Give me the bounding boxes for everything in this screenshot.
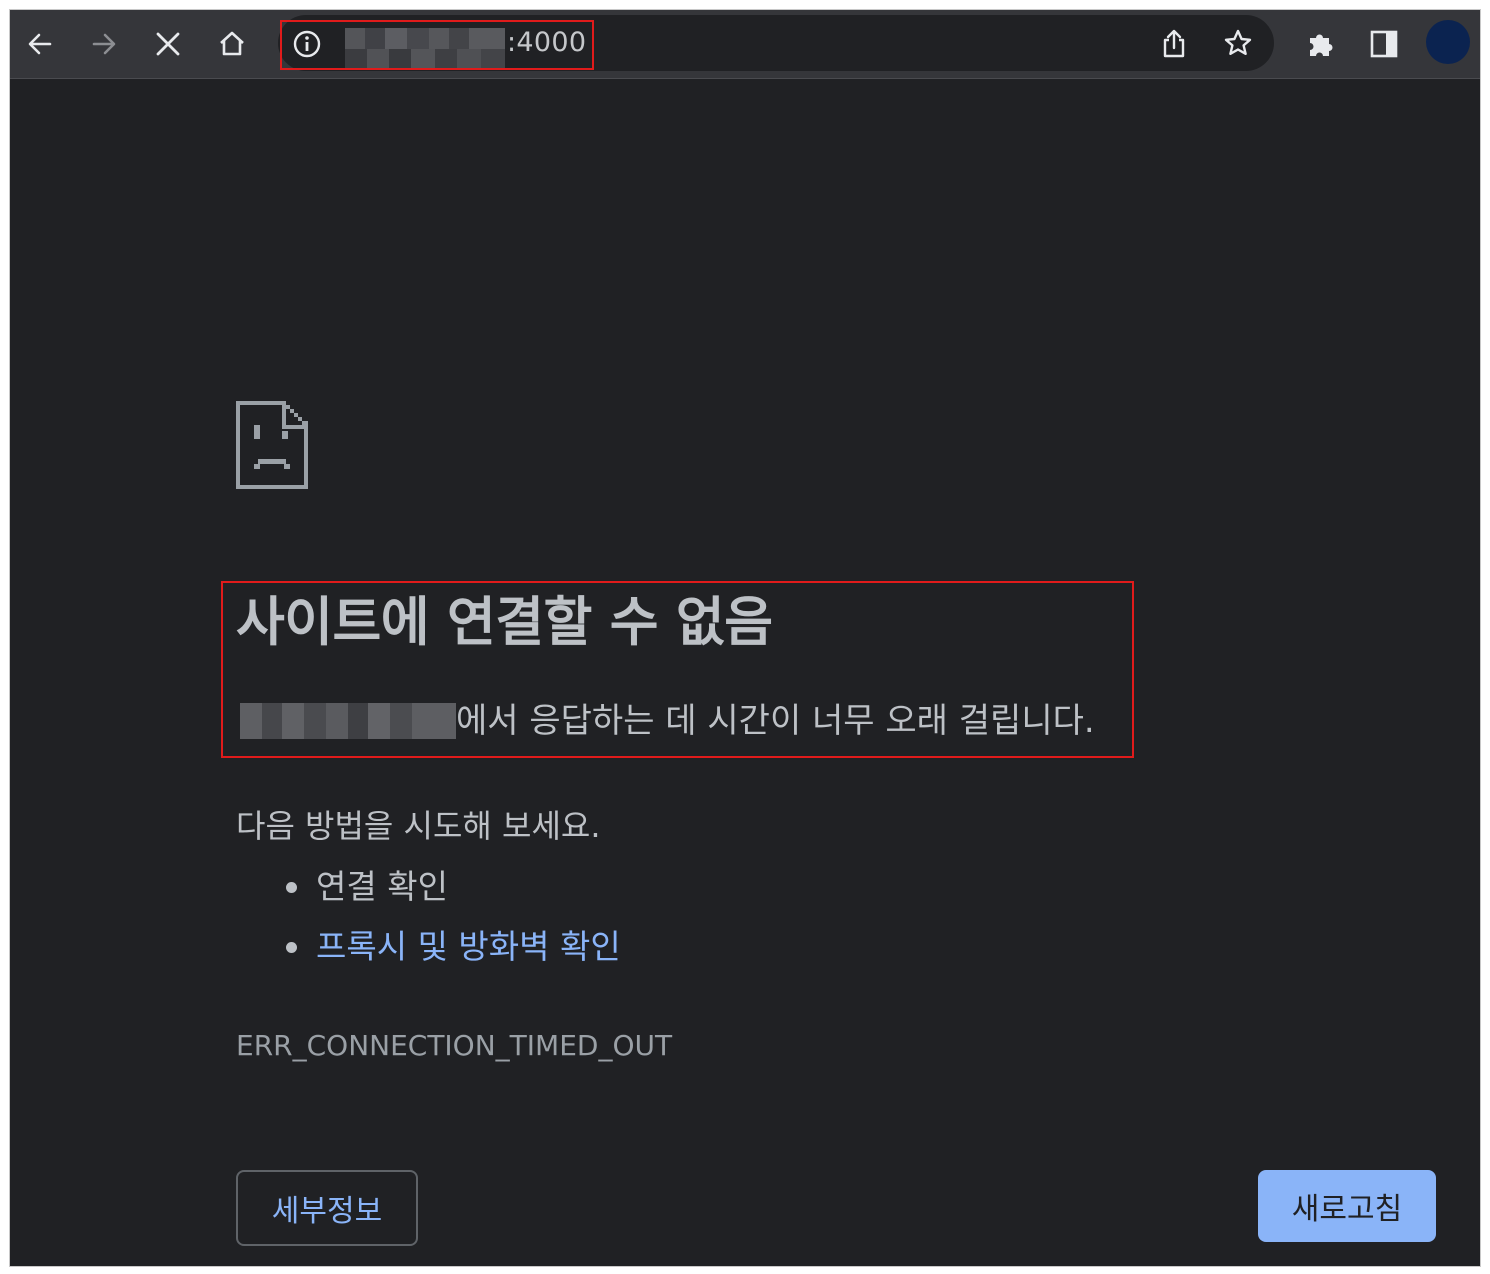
error-code: ERR_CONNECTION_TIMED_OUT — [236, 1029, 673, 1062]
details-button[interactable]: 세부정보 — [236, 1170, 418, 1246]
arrow-right-icon — [92, 33, 116, 55]
close-icon — [156, 32, 180, 56]
error-page: 사이트에 연결할 수 없음 에서 응답하는 데 시간이 너무 오래 걸립니다. … — [10, 79, 1480, 1266]
side-panel-icon — [1370, 30, 1398, 58]
bookmark-button[interactable] — [1216, 21, 1260, 65]
sad-page-icon — [236, 401, 308, 489]
star-icon — [1224, 29, 1252, 55]
profile-avatar[interactable] — [1426, 20, 1470, 64]
error-subtitle-text: 에서 응답하는 데 시간이 너무 오래 걸립니다. — [456, 701, 1095, 741]
suggestion-link[interactable]: 프록시 및 방화벽 확인 — [316, 927, 621, 966]
try-heading: 다음 방법을 시도해 보세요. — [236, 807, 601, 845]
suggestion-label: 연결 확인 — [316, 867, 448, 906]
suggestion-check-connection: 연결 확인 — [280, 865, 621, 925]
url-highlight-box — [280, 20, 594, 70]
browser-window: :4000 사이트에 연결할 수 없음 에서 응답하는 데 시간이 너무 오래 … — [10, 10, 1480, 1266]
extensions-button[interactable] — [1298, 22, 1342, 66]
error-title: 사이트에 연결할 수 없음 — [236, 592, 773, 653]
home-button[interactable] — [210, 22, 254, 66]
forward-button[interactable] — [82, 22, 126, 66]
suggestion-list: 연결 확인 프록시 및 방화벽 확인 — [280, 865, 621, 985]
side-panel-button[interactable] — [1362, 22, 1406, 66]
stop-button[interactable] — [146, 22, 190, 66]
suggestion-check-proxy-firewall[interactable]: 프록시 및 방화벽 확인 — [280, 925, 621, 985]
home-icon — [220, 31, 244, 56]
bullet-icon — [286, 882, 297, 893]
share-button[interactable] — [1152, 21, 1196, 65]
back-button[interactable] — [18, 22, 62, 66]
arrow-left-icon — [28, 33, 52, 55]
reload-button[interactable]: 새로고침 — [1258, 1170, 1436, 1242]
error-subtitle: 에서 응답하는 데 시간이 너무 오래 걸립니다. — [240, 699, 1095, 743]
share-icon — [1163, 29, 1185, 58]
browser-toolbar: :4000 — [10, 10, 1480, 79]
host-redacted — [240, 703, 456, 739]
bullet-icon — [286, 942, 297, 953]
puzzle-icon — [1310, 34, 1333, 56]
